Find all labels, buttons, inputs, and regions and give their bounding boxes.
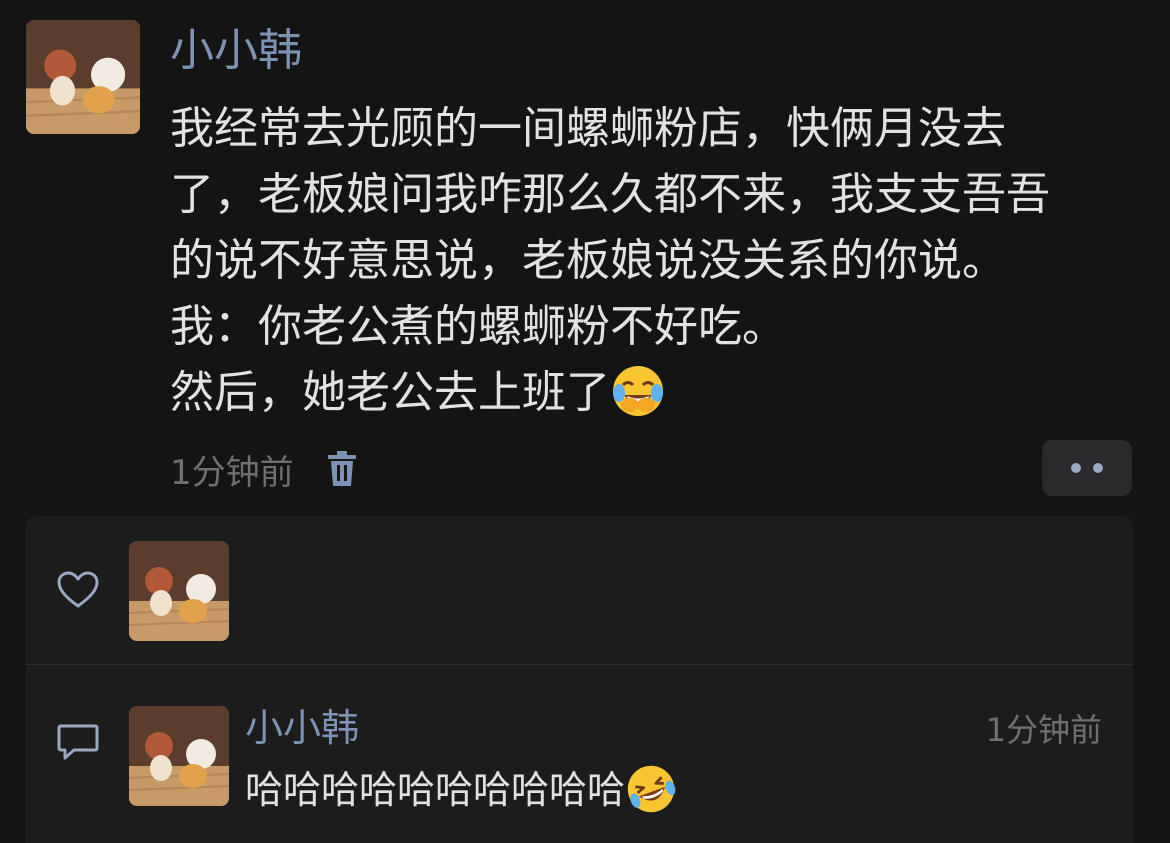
avatar-image xyxy=(26,20,140,134)
more-dot xyxy=(1071,463,1081,473)
comment-time: 1分钟前 xyxy=(985,711,1102,749)
post-line: 然后，她老公去上班了 xyxy=(170,367,610,418)
heart-icon xyxy=(57,571,99,608)
comment-author-name[interactable]: 小小韩 xyxy=(245,704,359,752)
panel-divider xyxy=(26,664,1133,665)
rolling-on-floor-laughing-icon xyxy=(627,765,676,812)
comment-icon xyxy=(57,724,99,760)
avatar-image xyxy=(129,541,229,641)
post-line: 了，老板娘问我咋那么久都不来，我支支吾吾 xyxy=(170,169,1050,220)
post-last-line: 然后，她老公去上班了 xyxy=(170,360,1145,426)
comment-text-content: 哈哈哈哈哈哈哈哈哈哈 xyxy=(245,768,626,812)
comment-text[interactable]: 哈哈哈哈哈哈哈哈哈哈 xyxy=(245,763,677,819)
post-line: 的说不好意思说，老板娘说没关系的你说。 xyxy=(170,235,1006,286)
face-with-tears-of-joy-icon xyxy=(613,366,663,416)
comment-author-avatar[interactable] xyxy=(129,706,229,806)
more-actions-button[interactable] xyxy=(1042,440,1132,496)
post-author-name[interactable]: 小小韩 xyxy=(170,24,302,78)
trash-icon[interactable] xyxy=(324,449,360,489)
more-dot xyxy=(1093,463,1103,473)
like-user-avatar[interactable] xyxy=(129,541,229,641)
post-line: 我经常去光顾的一间螺蛳粉店，快俩月没去 xyxy=(170,103,1006,154)
post-line: 我：你老公煮的螺蛳粉不好吃。 xyxy=(170,301,786,352)
post-meta: 1分钟前 xyxy=(170,444,360,494)
post-author-avatar[interactable] xyxy=(26,20,140,134)
moments-detail-page: 小小韩 我经常去光顾的一间螺蛳粉店，快俩月没去 了，老板娘问我咋那么久都不来，我… xyxy=(0,0,1170,843)
avatar-image xyxy=(129,706,229,806)
post-time: 1分钟前 xyxy=(170,452,294,493)
post-content: 我经常去光顾的一间螺蛳粉店，快俩月没去 了，老板娘问我咋那么久都不来，我支支吾吾… xyxy=(170,96,1145,426)
